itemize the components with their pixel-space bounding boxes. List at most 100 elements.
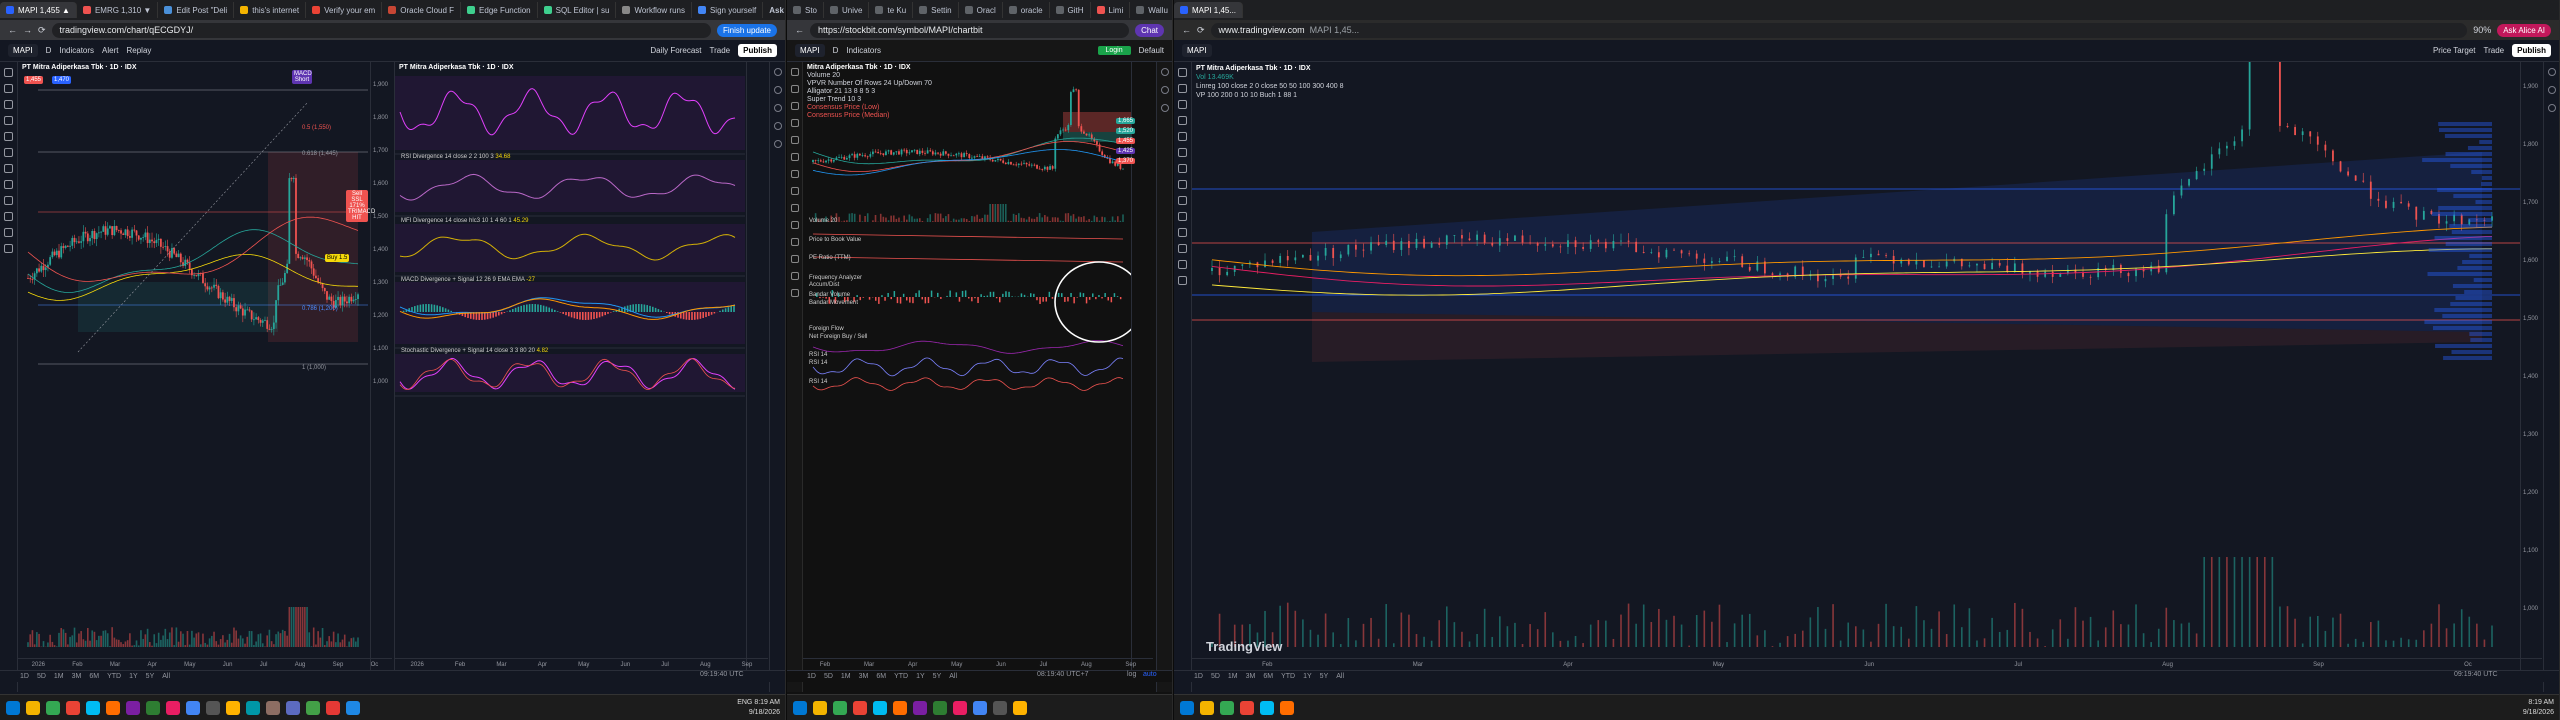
watchlist-icon[interactable] bbox=[773, 68, 782, 76]
tool-icon[interactable] bbox=[790, 221, 799, 229]
browser-tab[interactable]: oracle bbox=[1003, 2, 1050, 18]
timeframe-button[interactable]: 1Y bbox=[129, 673, 138, 680]
tool-icon[interactable] bbox=[1178, 148, 1187, 157]
reload-icon[interactable]: ⟳ bbox=[1197, 25, 1205, 36]
browser-tab[interactable]: Settin bbox=[913, 2, 959, 18]
interval-button[interactable]: D bbox=[46, 46, 52, 55]
tool-icon[interactable] bbox=[790, 272, 799, 280]
layout-icon[interactable] bbox=[1160, 104, 1169, 112]
timeframe-button[interactable]: 1D bbox=[807, 673, 816, 680]
browser-tab[interactable]: Oracle Cloud F bbox=[382, 2, 462, 18]
timeframe-button[interactable]: 6M bbox=[1263, 673, 1273, 680]
tool-icon[interactable] bbox=[790, 119, 799, 127]
cursor-icon[interactable] bbox=[4, 68, 13, 77]
tool-icon[interactable] bbox=[790, 170, 799, 178]
timeframe-button[interactable]: 5D bbox=[824, 673, 833, 680]
taskbar-app-icon[interactable] bbox=[993, 700, 1007, 715]
tool-icon[interactable] bbox=[790, 136, 799, 144]
timeframe-button[interactable]: All bbox=[162, 673, 170, 680]
timeframe-button[interactable]: 5D bbox=[37, 673, 46, 680]
indicators-button-2[interactable]: Indicators bbox=[846, 46, 881, 55]
indicators-button[interactable]: Indicators bbox=[59, 46, 94, 55]
timeframe-button[interactable]: 3M bbox=[72, 673, 82, 680]
brush-icon[interactable] bbox=[4, 132, 13, 141]
taskbar-app-icon[interactable] bbox=[26, 700, 40, 715]
fib-icon[interactable] bbox=[4, 100, 13, 109]
taskbar-app-icon[interactable] bbox=[6, 700, 20, 715]
alerts-icon[interactable] bbox=[2547, 86, 2556, 94]
timeframe-button[interactable]: 6M bbox=[89, 673, 99, 680]
taskbar-app-icon[interactable] bbox=[1240, 700, 1254, 715]
tool-icon[interactable] bbox=[790, 255, 799, 263]
taskbar-app-icon[interactable] bbox=[853, 700, 867, 715]
tool-icon[interactable] bbox=[1178, 132, 1187, 141]
timeframe-button[interactable]: All bbox=[949, 673, 957, 680]
alert-button[interactable]: Alert bbox=[102, 46, 118, 55]
tool-icon[interactable] bbox=[1178, 244, 1187, 253]
tool-icon[interactable] bbox=[790, 238, 799, 246]
timeframe-button[interactable]: 5Y bbox=[146, 673, 155, 680]
taskbar-app-icon[interactable] bbox=[1013, 700, 1027, 715]
price-target-button[interactable]: Price Target bbox=[2433, 46, 2476, 55]
url-field-2[interactable]: https://stockbit.com/symbol/MAPI/chartbi… bbox=[810, 22, 1130, 38]
trash-icon[interactable] bbox=[4, 244, 13, 253]
eye-icon[interactable] bbox=[4, 228, 13, 237]
taskbar-app-icon[interactable] bbox=[146, 700, 160, 715]
auto-toggle[interactable]: auto bbox=[1143, 671, 1157, 678]
tool-icon[interactable] bbox=[1178, 276, 1187, 285]
taskbar-app-icon[interactable] bbox=[326, 700, 340, 715]
tool-icon[interactable] bbox=[790, 187, 799, 195]
ask-gemini-button[interactable]: Ask Gemini bbox=[763, 2, 785, 18]
text-icon[interactable] bbox=[4, 148, 13, 157]
log-toggle[interactable]: log bbox=[1127, 671, 1136, 678]
browser-tab[interactable]: MAPI 1,45... bbox=[1174, 2, 1244, 18]
timeframe-button[interactable]: 1D bbox=[20, 673, 29, 680]
browser-tab[interactable]: Edit Post "Deli bbox=[158, 2, 235, 18]
zoom-icon[interactable] bbox=[4, 180, 13, 189]
url-field[interactable]: tradingview.com/chart/qECGDYJ/ bbox=[51, 22, 711, 38]
browser-tab[interactable]: GitH bbox=[1050, 2, 1091, 18]
browser-tab[interactable]: Limi bbox=[1091, 2, 1131, 18]
news-icon[interactable] bbox=[773, 104, 782, 112]
watchlist-icon[interactable] bbox=[2547, 68, 2556, 76]
tv2-price-chart[interactable]: PT Mitra Adiperkasa Tbk · 1D · IDX Vol 1… bbox=[1192, 62, 2542, 670]
symbol-search-button[interactable]: MAPI bbox=[8, 44, 38, 57]
tool-icon[interactable] bbox=[1178, 100, 1187, 109]
lock-icon[interactable] bbox=[4, 212, 13, 221]
calendar-icon[interactable] bbox=[773, 122, 782, 130]
timeframe-button[interactable]: 1M bbox=[54, 673, 64, 680]
browser-tab[interactable]: Verify your em bbox=[306, 2, 383, 18]
timeframe-button[interactable]: YTD bbox=[107, 673, 121, 680]
tool-icon[interactable] bbox=[790, 204, 799, 212]
taskbar-app-icon[interactable] bbox=[793, 700, 807, 715]
camera-icon[interactable] bbox=[1160, 86, 1169, 94]
timeframe-button[interactable]: 6M bbox=[876, 673, 886, 680]
taskbar-app-icon[interactable] bbox=[953, 700, 967, 715]
symbol-search-button-3[interactable]: MAPI bbox=[1182, 44, 1212, 57]
browser-tab[interactable]: SQL Editor | su bbox=[538, 2, 617, 18]
trade-button[interactable]: Trade bbox=[710, 46, 731, 55]
browser-tab[interactable]: Workflow runs bbox=[616, 2, 692, 18]
timeframe-button[interactable]: YTD bbox=[894, 673, 908, 680]
taskbar-app-icon[interactable] bbox=[1220, 700, 1234, 715]
measure-icon[interactable] bbox=[4, 164, 13, 173]
pattern-icon[interactable] bbox=[4, 116, 13, 125]
daily-forecast-button[interactable]: Daily Forecast bbox=[650, 46, 701, 55]
forward-icon[interactable]: → bbox=[23, 25, 32, 35]
timeframe-button[interactable]: 1Y bbox=[916, 673, 925, 680]
timeframe-button[interactable]: 5D bbox=[1211, 673, 1220, 680]
reload-icon[interactable]: ⟳ bbox=[38, 25, 46, 36]
chat-icon[interactable] bbox=[773, 140, 782, 148]
tool-icon[interactable] bbox=[790, 68, 799, 76]
taskbar-app-icon[interactable] bbox=[1180, 700, 1194, 715]
tool-icon[interactable] bbox=[790, 289, 799, 297]
taskbar-app-icon[interactable] bbox=[973, 700, 987, 715]
browser-tab[interactable]: EMRG 1,310 ▼ bbox=[77, 2, 159, 18]
timeframe-button[interactable]: 5Y bbox=[1320, 673, 1329, 680]
tool-icon[interactable] bbox=[1178, 180, 1187, 189]
timeframe-button[interactable]: 1M bbox=[1228, 673, 1238, 680]
browser-tab[interactable]: Sto bbox=[787, 2, 825, 18]
left-price-chart[interactable]: PT Mitra Adiperkasa Tbk · 1D · IDX 1,455… bbox=[18, 62, 392, 670]
taskbar-app-icon[interactable] bbox=[266, 700, 280, 715]
publish-button[interactable]: Publish bbox=[738, 44, 777, 57]
